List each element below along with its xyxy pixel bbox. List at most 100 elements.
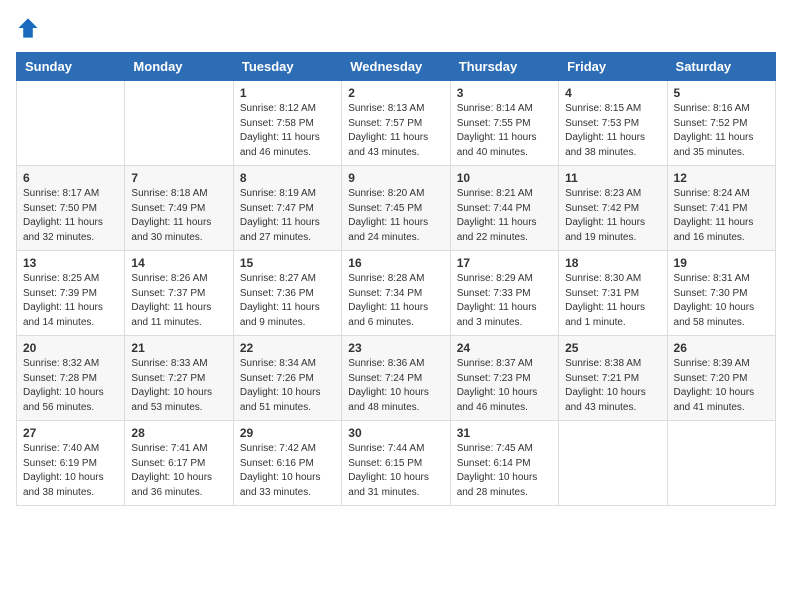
logo [16, 16, 42, 40]
day-info: Sunrise: 8:20 AM Sunset: 7:45 PM Dayligh… [348, 187, 443, 245]
calendar-week-row: 20 Sunrise: 8:32 AM Sunset: 7:28 PM Dayli… [17, 336, 776, 421]
calendar-cell: 17 Sunrise: 8:29 AM Sunset: 7:33 PM Dayli… [450, 251, 558, 336]
day-info: Sunrise: 7:41 AM Sunset: 6:17 PM Dayligh… [131, 442, 226, 500]
day-info: Sunrise: 8:36 AM Sunset: 7:24 PM Dayligh… [348, 357, 443, 415]
calendar-cell: 9 Sunrise: 8:20 AM Sunset: 7:45 PM Daylig… [342, 166, 450, 251]
weekday-header: Thursday [450, 53, 558, 81]
calendar-cell: 1 Sunrise: 8:12 AM Sunset: 7:58 PM Daylig… [233, 81, 341, 166]
day-number: 31 [457, 426, 552, 440]
day-number: 23 [348, 341, 443, 355]
calendar-week-row: 6 Sunrise: 8:17 AM Sunset: 7:50 PM Daylig… [17, 166, 776, 251]
day-number: 4 [565, 86, 660, 100]
day-info: Sunrise: 8:12 AM Sunset: 7:58 PM Dayligh… [240, 102, 335, 160]
calendar-cell: 26 Sunrise: 8:39 AM Sunset: 7:20 PM Dayli… [667, 336, 775, 421]
day-number: 28 [131, 426, 226, 440]
day-number: 22 [240, 341, 335, 355]
day-info: Sunrise: 8:23 AM Sunset: 7:42 PM Dayligh… [565, 187, 660, 245]
day-number: 21 [131, 341, 226, 355]
calendar-cell: 19 Sunrise: 8:31 AM Sunset: 7:30 PM Dayli… [667, 251, 775, 336]
day-number: 26 [674, 341, 769, 355]
weekday-header: Monday [125, 53, 233, 81]
weekday-header: Saturday [667, 53, 775, 81]
calendar-week-row: 13 Sunrise: 8:25 AM Sunset: 7:39 PM Dayli… [17, 251, 776, 336]
day-info: Sunrise: 8:32 AM Sunset: 7:28 PM Dayligh… [23, 357, 118, 415]
day-number: 11 [565, 171, 660, 185]
day-info: Sunrise: 8:31 AM Sunset: 7:30 PM Dayligh… [674, 272, 769, 330]
calendar-cell: 31 Sunrise: 7:45 AM Sunset: 6:14 PM Dayli… [450, 421, 558, 506]
day-number: 18 [565, 256, 660, 270]
calendar-cell: 20 Sunrise: 8:32 AM Sunset: 7:28 PM Dayli… [17, 336, 125, 421]
day-number: 17 [457, 256, 552, 270]
calendar-cell: 10Sunrise: 8:21 AM Sunset: 7:44 PM Dayli… [450, 166, 558, 251]
day-number: 2 [348, 86, 443, 100]
calendar-cell: 3 Sunrise: 8:14 AM Sunset: 7:55 PM Daylig… [450, 81, 558, 166]
calendar-header-row: SundayMondayTuesdayWednesdayThursdayFrid… [17, 53, 776, 81]
day-info: Sunrise: 7:40 AM Sunset: 6:19 PM Dayligh… [23, 442, 118, 500]
day-number: 14 [131, 256, 226, 270]
day-number: 12 [674, 171, 769, 185]
calendar-cell: 25 Sunrise: 8:38 AM Sunset: 7:21 PM Dayli… [559, 336, 667, 421]
calendar-cell: 15 Sunrise: 8:27 AM Sunset: 7:36 PM Dayli… [233, 251, 341, 336]
calendar-cell: 21 Sunrise: 8:33 AM Sunset: 7:27 PM Dayli… [125, 336, 233, 421]
calendar-cell: 6 Sunrise: 8:17 AM Sunset: 7:50 PM Daylig… [17, 166, 125, 251]
day-info: Sunrise: 8:27 AM Sunset: 7:36 PM Dayligh… [240, 272, 335, 330]
day-info: Sunrise: 8:26 AM Sunset: 7:37 PM Dayligh… [131, 272, 226, 330]
calendar-cell: 22Sunrise: 8:34 AM Sunset: 7:26 PM Dayli… [233, 336, 341, 421]
calendar-cell: 28 Sunrise: 7:41 AM Sunset: 6:17 PM Dayli… [125, 421, 233, 506]
calendar-cell: 29 Sunrise: 7:42 AM Sunset: 6:16 PM Dayli… [233, 421, 341, 506]
day-info: Sunrise: 7:42 AM Sunset: 6:16 PM Dayligh… [240, 442, 335, 500]
calendar-cell: 7 Sunrise: 8:18 AM Sunset: 7:49 PM Daylig… [125, 166, 233, 251]
day-info: Sunrise: 8:15 AM Sunset: 7:53 PM Dayligh… [565, 102, 660, 160]
day-info: Sunrise: 8:29 AM Sunset: 7:33 PM Dayligh… [457, 272, 552, 330]
day-info: Sunrise: 8:18 AM Sunset: 7:49 PM Dayligh… [131, 187, 226, 245]
weekday-header: Wednesday [342, 53, 450, 81]
day-info: Sunrise: 8:33 AM Sunset: 7:27 PM Dayligh… [131, 357, 226, 415]
day-info: Sunrise: 8:38 AM Sunset: 7:21 PM Dayligh… [565, 357, 660, 415]
day-info: Sunrise: 8:13 AM Sunset: 7:57 PM Dayligh… [348, 102, 443, 160]
day-number: 29 [240, 426, 335, 440]
day-number: 10 [457, 171, 552, 185]
calendar-cell: 27Sunrise: 7:40 AM Sunset: 6:19 PM Dayli… [17, 421, 125, 506]
calendar-cell: 14 Sunrise: 8:26 AM Sunset: 7:37 PM Dayli… [125, 251, 233, 336]
calendar-cell: 16Sunrise: 8:28 AM Sunset: 7:34 PM Dayli… [342, 251, 450, 336]
day-number: 7 [131, 171, 226, 185]
weekday-header: Sunday [17, 53, 125, 81]
day-number: 20 [23, 341, 118, 355]
day-number: 30 [348, 426, 443, 440]
day-info: Sunrise: 8:28 AM Sunset: 7:34 PM Dayligh… [348, 272, 443, 330]
calendar-table: SundayMondayTuesdayWednesdayThursdayFrid… [16, 52, 776, 506]
day-info: Sunrise: 7:45 AM Sunset: 6:14 PM Dayligh… [457, 442, 552, 500]
weekday-header: Tuesday [233, 53, 341, 81]
calendar-cell: 11 Sunrise: 8:23 AM Sunset: 7:42 PM Dayli… [559, 166, 667, 251]
day-number: 19 [674, 256, 769, 270]
calendar-cell: 30Sunrise: 7:44 AM Sunset: 6:15 PM Dayli… [342, 421, 450, 506]
day-info: Sunrise: 8:39 AM Sunset: 7:20 PM Dayligh… [674, 357, 769, 415]
calendar-cell [559, 421, 667, 506]
calendar-week-row: 27Sunrise: 7:40 AM Sunset: 6:19 PM Dayli… [17, 421, 776, 506]
calendar-cell: 12 Sunrise: 8:24 AM Sunset: 7:41 PM Dayli… [667, 166, 775, 251]
day-info: Sunrise: 8:24 AM Sunset: 7:41 PM Dayligh… [674, 187, 769, 245]
calendar-cell [125, 81, 233, 166]
calendar-cell [667, 421, 775, 506]
day-info: Sunrise: 8:19 AM Sunset: 7:47 PM Dayligh… [240, 187, 335, 245]
day-number: 3 [457, 86, 552, 100]
day-info: Sunrise: 8:30 AM Sunset: 7:31 PM Dayligh… [565, 272, 660, 330]
calendar-cell: 2 Sunrise: 8:13 AM Sunset: 7:57 PM Daylig… [342, 81, 450, 166]
calendar-cell: 8 Sunrise: 8:19 AM Sunset: 7:47 PM Daylig… [233, 166, 341, 251]
calendar-cell: 18 Sunrise: 8:30 AM Sunset: 7:31 PM Dayli… [559, 251, 667, 336]
weekday-header: Friday [559, 53, 667, 81]
day-number: 5 [674, 86, 769, 100]
day-number: 13 [23, 256, 118, 270]
day-number: 25 [565, 341, 660, 355]
day-number: 9 [348, 171, 443, 185]
day-number: 1 [240, 86, 335, 100]
day-info: Sunrise: 8:25 AM Sunset: 7:39 PM Dayligh… [23, 272, 118, 330]
calendar-cell: 13 Sunrise: 8:25 AM Sunset: 7:39 PM Dayli… [17, 251, 125, 336]
day-info: Sunrise: 8:14 AM Sunset: 7:55 PM Dayligh… [457, 102, 552, 160]
day-number: 15 [240, 256, 335, 270]
page-header [16, 16, 776, 40]
calendar-cell [17, 81, 125, 166]
day-number: 8 [240, 171, 335, 185]
day-number: 6 [23, 171, 118, 185]
day-info: Sunrise: 8:17 AM Sunset: 7:50 PM Dayligh… [23, 187, 118, 245]
